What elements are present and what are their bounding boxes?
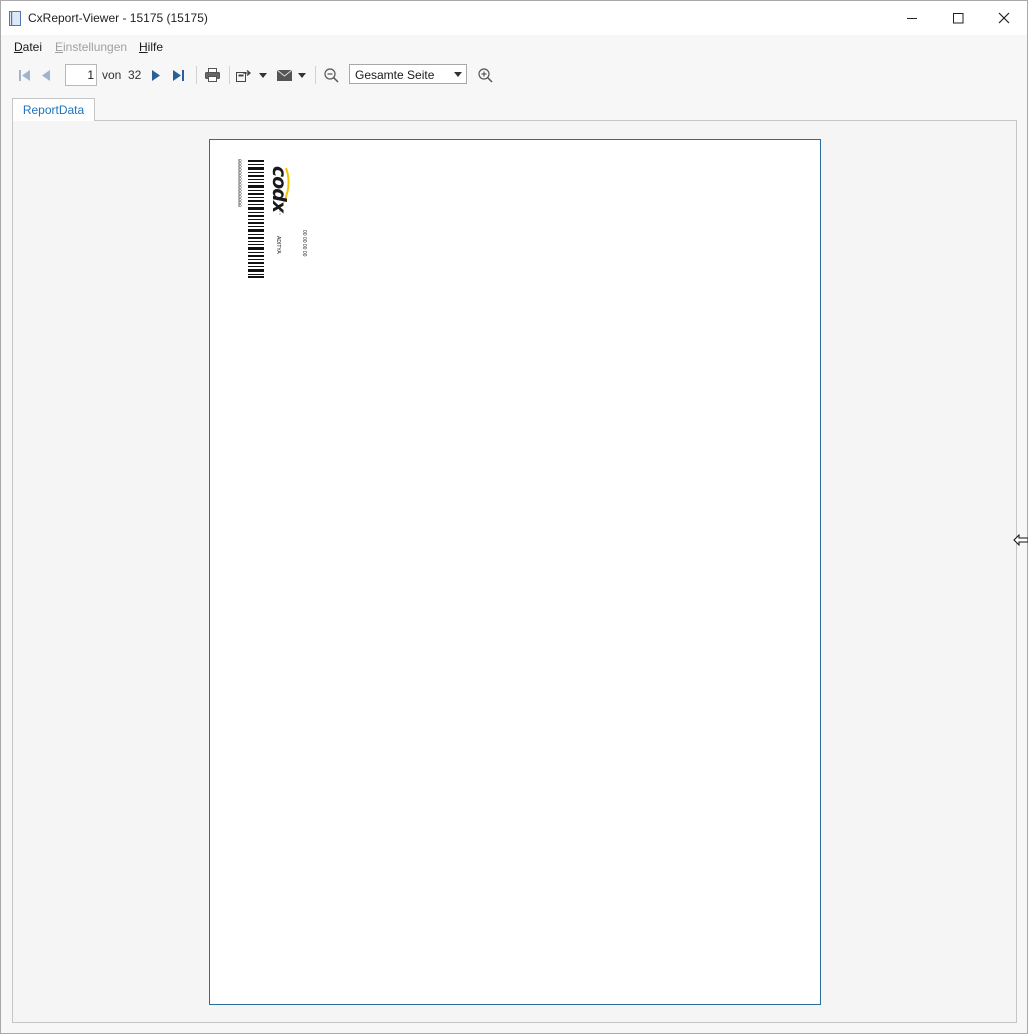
menu-datei[interactable]: Datei: [14, 40, 42, 54]
toolbar: 1 von 32 Gesamte Seite: [1, 61, 1027, 89]
export-icon: [236, 70, 252, 82]
next-page-icon: [152, 69, 160, 81]
maximize-icon: [952, 12, 963, 23]
barcode-number: 0000000000000000: [236, 159, 242, 208]
chevron-down-icon: [259, 72, 267, 78]
menu-hilfe[interactable]: Hilfe: [139, 40, 163, 54]
chevron-down-icon: [298, 72, 306, 78]
export-button[interactable]: [234, 61, 254, 89]
last-page-icon: [173, 69, 184, 81]
zoom-select[interactable]: Gesamte Seite: [349, 64, 467, 84]
menu-datei-label: atei: [22, 40, 43, 54]
total-pages: 32: [128, 68, 142, 82]
minimize-icon: [906, 17, 917, 19]
zoom-in-icon: [477, 67, 493, 83]
menu-datei-accel: D: [14, 40, 23, 54]
app-icon: [9, 11, 21, 26]
of-label: von: [102, 68, 122, 82]
email-icon: [276, 69, 292, 81]
zoom-in-button[interactable]: [475, 61, 495, 89]
next-page-button[interactable]: [147, 61, 165, 89]
toolbar-separator: [229, 66, 230, 84]
menu-einstellungen[interactable]: Einstellungen: [55, 40, 127, 54]
title-bar: CxReport-Viewer - 15175 (15175): [1, 1, 1027, 35]
first-page-button[interactable]: [15, 61, 33, 89]
print-icon: [204, 68, 220, 82]
email-dropdown[interactable]: [295, 61, 309, 89]
last-page-button[interactable]: [169, 61, 189, 89]
chevron-down-icon: [454, 72, 462, 77]
previous-page-icon: [42, 69, 50, 81]
toolbar-separator: [196, 66, 197, 84]
zoom-select-value: Gesamte Seite: [355, 68, 435, 82]
app-window: CxReport-Viewer - 15175 (15175) Datei Ei…: [0, 0, 1028, 1034]
first-page-icon: [18, 69, 30, 81]
export-dropdown[interactable]: [256, 61, 270, 89]
menu-hilfe-accel: H: [139, 40, 148, 54]
shipping-label: 0000000000000000 codx ADITYA 00 00 00 00: [228, 158, 318, 283]
phone-text: 00 00 00 00: [301, 230, 307, 257]
print-button[interactable]: [202, 61, 222, 89]
zoom-out-button[interactable]: [321, 61, 341, 89]
previous-page-button[interactable]: [37, 61, 55, 89]
email-button[interactable]: [274, 61, 294, 89]
tab-reportdata[interactable]: ReportData: [12, 98, 95, 121]
current-page-input[interactable]: 1: [65, 64, 97, 86]
menu-einstellungen-accel: E: [55, 40, 64, 54]
barcode-image: [248, 160, 264, 278]
toolbar-separator: [315, 66, 316, 84]
menu-einstellungen-label: instellungen: [63, 40, 128, 54]
close-icon: [998, 12, 1010, 24]
maximize-button[interactable]: [935, 1, 981, 35]
window-title: CxReport-Viewer - 15175 (15175): [28, 11, 208, 25]
company-logo: codx: [268, 160, 291, 216]
zoom-out-icon: [323, 67, 339, 83]
close-button[interactable]: [981, 1, 1027, 35]
logo-text: codx: [268, 165, 291, 213]
sender-text: ADITYA: [275, 236, 281, 254]
resize-cursor-icon: [1013, 534, 1028, 546]
minimize-button[interactable]: [889, 1, 935, 35]
report-page: 0000000000000000 codx ADITYA 00 00 00 00: [209, 139, 821, 1005]
menu-hilfe-label: ilfe: [147, 40, 164, 54]
